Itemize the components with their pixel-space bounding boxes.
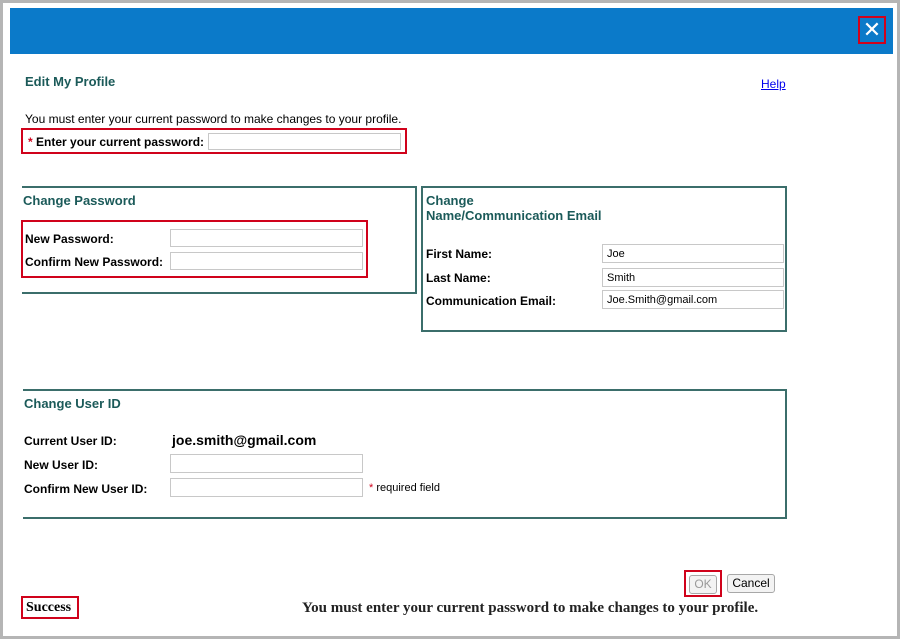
required-field-note: * required field <box>369 482 440 494</box>
communication-email-input[interactable] <box>602 290 784 309</box>
first-name-input[interactable] <box>602 244 784 263</box>
password-instruction: You must enter your current password to … <box>25 112 402 126</box>
help-link[interactable]: Help <box>761 77 786 91</box>
new-password-highlight: New Password: Confirm New Password: <box>21 220 368 278</box>
success-label: Success <box>26 600 72 615</box>
page-title: Edit My Profile <box>25 74 116 89</box>
change-password-title: Change Password <box>23 193 136 208</box>
confirm-password-label: Confirm New Password: <box>25 255 164 269</box>
confirm-password-input[interactable] <box>170 252 363 270</box>
required-marker: * <box>369 482 374 494</box>
current-password-highlight: * Enter your current password: <box>21 128 407 154</box>
last-name-input[interactable] <box>602 268 784 287</box>
status-message: You must enter your current password to … <box>302 600 759 616</box>
success-highlight: Success <box>21 596 79 619</box>
ok-button[interactable]: OK <box>689 575 717 594</box>
current-password-input[interactable] <box>208 133 401 150</box>
required-marker: * <box>28 135 33 149</box>
current-user-id-value: joe.smith@gmail.com <box>172 432 317 448</box>
close-glyph: ✕ <box>862 17 882 42</box>
change-user-id-title: Change User ID <box>24 396 121 411</box>
required-field-text: required field <box>376 482 440 494</box>
change-name-panel: Change Name/Communication Email First Na… <box>421 186 787 332</box>
communication-email-label: Communication Email: <box>426 294 557 308</box>
new-password-input[interactable] <box>170 229 363 247</box>
last-name-label: Last Name: <box>426 271 491 285</box>
close-icon[interactable]: ✕ <box>858 16 886 44</box>
cancel-button[interactable]: Cancel <box>727 574 775 593</box>
change-name-title-line1: Change <box>426 193 474 208</box>
confirm-user-id-input[interactable] <box>170 478 363 497</box>
confirm-user-id-label: Confirm New User ID: <box>24 482 148 496</box>
change-name-title-line2: Name/Communication Email <box>426 208 602 223</box>
change-user-id-panel: Change User ID Current User ID: New User… <box>23 389 787 519</box>
current-user-id-label: Current User ID: <box>24 434 117 448</box>
ok-highlight: OK <box>684 570 722 597</box>
dialog-title-bar <box>10 8 893 54</box>
first-name-label: First Name: <box>426 247 493 261</box>
new-password-label: New Password: <box>25 232 114 246</box>
new-user-id-label: New User ID: <box>24 458 99 472</box>
new-user-id-input[interactable] <box>170 454 363 473</box>
current-password-label: * Enter your current password: <box>28 135 204 149</box>
current-password-label-text: Enter your current password: <box>36 135 205 149</box>
